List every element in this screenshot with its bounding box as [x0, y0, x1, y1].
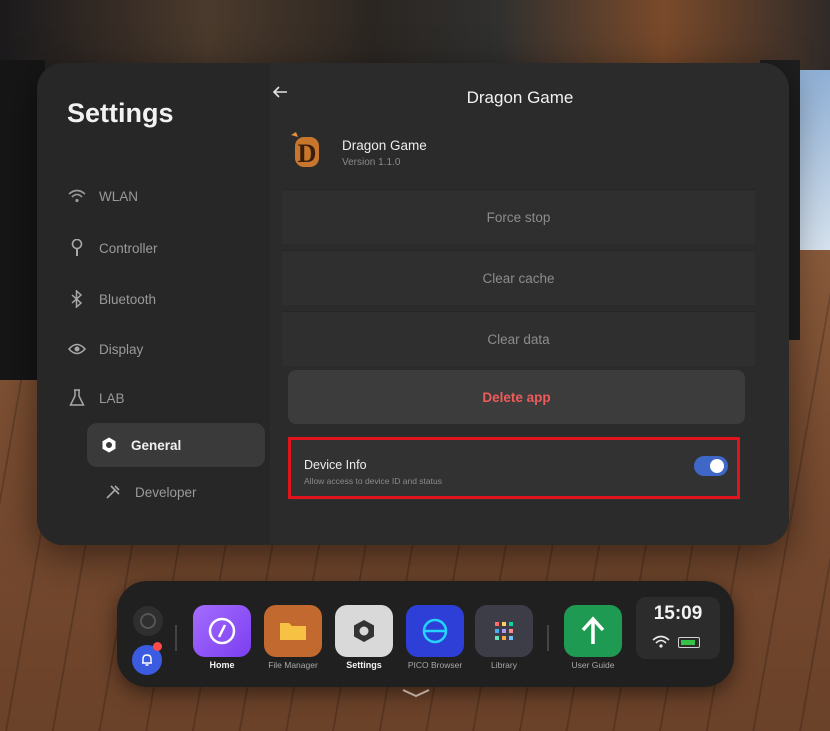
clear-data-button[interactable]: Clear data [282, 311, 755, 366]
dock-app-label: File Manager [268, 660, 318, 670]
dragon-game-logo: D [288, 131, 324, 169]
svg-text:D: D [298, 139, 317, 168]
browser-icon [422, 618, 448, 644]
folder-icon [280, 623, 306, 640]
sidebar-item-label: General [131, 437, 182, 453]
sidebar-item-display[interactable]: Display [67, 329, 257, 369]
sidebar-item-wlan[interactable]: WLAN [67, 176, 257, 216]
sidebar-item-controller[interactable]: Controller [67, 228, 257, 268]
clock-time: 15:09 [653, 603, 703, 624]
highlight-box [288, 437, 740, 499]
dock-app-user-guide[interactable] [564, 605, 622, 657]
dock-app-label: Home [209, 660, 235, 670]
dock-app-library[interactable] [475, 605, 533, 657]
sidebar-item-label: WLAN [99, 188, 139, 204]
sidebar-item-bluetooth[interactable]: Bluetooth [67, 279, 257, 319]
dock-app-pico-browser[interactable] [406, 605, 464, 657]
dock-app-label: Settings [346, 660, 382, 670]
tools-icon [103, 482, 123, 502]
app-version: Version 1.1.0 [342, 157, 401, 168]
notification-dot [153, 642, 162, 651]
delete-app-button[interactable]: Delete app [288, 370, 745, 424]
wifi-icon [67, 186, 87, 206]
flask-icon [67, 388, 87, 408]
gear-icon [99, 435, 119, 455]
page-title: Dragon Game [466, 88, 574, 107]
bluetooth-icon [67, 289, 87, 309]
wifi-status-icon [652, 635, 670, 648]
sidebar-item-developer[interactable]: Developer [103, 472, 293, 512]
settings-title: Settings [67, 98, 174, 128]
sidebar-item-label: LAB [99, 390, 125, 406]
dock-app-settings[interactable] [335, 605, 393, 657]
compass-icon [208, 617, 236, 645]
arrow-up-icon [581, 616, 605, 644]
sidebar-item-general[interactable]: General [87, 423, 265, 467]
back-arrow-icon[interactable] [272, 82, 288, 105]
dock-app-label: Library [491, 660, 517, 670]
battery-icon [678, 637, 700, 648]
eye-icon [67, 339, 87, 359]
grid-icon [495, 622, 513, 640]
profile-icon [140, 613, 156, 629]
vr-window [795, 70, 830, 250]
dock-separator [175, 625, 177, 651]
dock-app-home[interactable] [193, 605, 251, 657]
dock-separator [547, 625, 549, 651]
dock-app-file-manager[interactable] [264, 605, 322, 657]
chevron-down-icon[interactable] [401, 688, 431, 698]
force-stop-button[interactable]: Force stop [282, 189, 755, 244]
sidebar-item-label: Bluetooth [99, 291, 157, 307]
sidebar-item-label: Display [99, 341, 144, 357]
sidebar-item-lab[interactable]: LAB [67, 378, 257, 418]
settings-icon [354, 620, 374, 642]
dock-app-label: User Guide [571, 660, 615, 670]
sidebar-item-label: Controller [99, 240, 158, 256]
app-name: Dragon Game [342, 138, 427, 153]
settings-sidebar: Settings WLAN Controller Bluetooth Displ… [37, 63, 270, 545]
clear-cache-button[interactable]: Clear cache [282, 250, 755, 305]
controller-icon [67, 238, 87, 258]
dock-app-label: PICO Browser [407, 660, 463, 670]
sidebar-item-label: Developer [135, 484, 197, 500]
